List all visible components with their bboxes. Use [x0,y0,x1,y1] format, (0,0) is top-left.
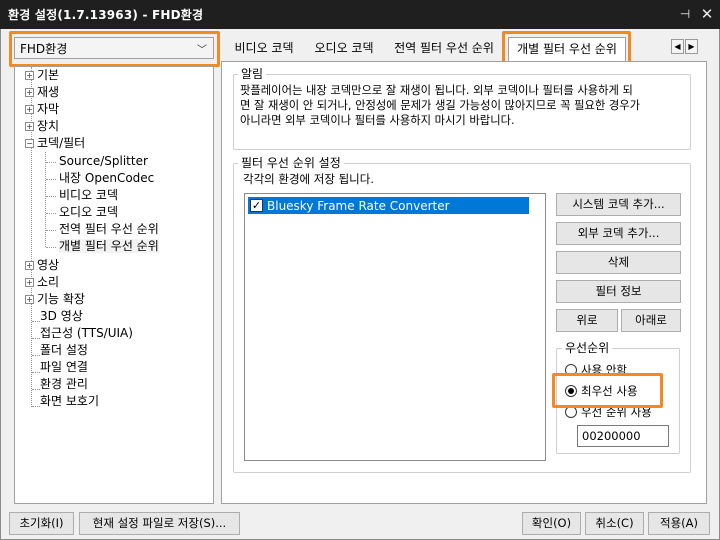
apply-button[interactable]: 적용(A) [648,512,710,535]
tree-item-accessibility[interactable]: 접근성 (TTS/UIA) [40,325,133,342]
priority-value-input[interactable]: 00200000 [577,425,669,447]
pin-icon[interactable]: ⊣ [677,6,693,22]
tree-item-playback[interactable]: + 재생 [25,84,59,101]
ok-button[interactable]: 확인(O) [522,512,581,535]
expand-icon[interactable]: + [25,71,34,80]
filter-list[interactable]: ✓ Bluesky Frame Rate Converter [244,193,546,461]
save-current-file-button[interactable]: 현재 설정 파일로 저장(S)... [79,512,240,535]
settings-tree: + 기본 + 재생 + 자막 + 장치 − 코덱/필터 Source/Splitter 내… [14,66,214,504]
reset-button[interactable]: 초기화(I) [9,512,74,535]
tree-item-file-association[interactable]: 파일 연결 [40,359,88,376]
checkbox[interactable]: ✓ [250,199,263,212]
tree-connector [46,196,56,197]
profile-dropdown-value: FHD환경 [20,41,68,56]
list-item[interactable]: ✓ Bluesky Frame Rate Converter [248,197,529,214]
filter-info-button[interactable]: 필터 정보 [556,280,681,303]
list-item-label: Bluesky Frame Rate Converter [267,198,450,213]
expand-icon[interactable]: + [25,278,34,287]
tree-item-screensaver[interactable]: 화면 보호기 [40,393,99,410]
tab-individual-filter-priority[interactable]: 개별 필터 우선 순위 [508,37,626,62]
tree-item-codec-filter[interactable]: − 코덱/필터 [25,135,85,152]
delete-button[interactable]: 삭제 [556,251,681,274]
expand-icon[interactable]: + [25,88,34,97]
radio-button[interactable] [565,364,577,376]
tab-scroll-right-icon[interactable]: ▶ [685,39,698,54]
collapse-icon[interactable]: − [25,139,34,148]
tree-item-video-codec[interactable]: 비디오 코덱 [59,187,118,204]
tree-connector [32,372,40,373]
tab-global-filter-priority[interactable]: 전역 필터 우선 순위 [386,37,502,59]
tree-connector [46,230,56,231]
notice-line-3: 아니라면 외부 코덱이나 필터를 사용하지 마시기 바랍니다. [240,114,515,127]
tree-item-global-filter-priority[interactable]: 전역 필터 우선 순위 [59,221,159,238]
expand-icon[interactable]: + [25,295,34,304]
notice-title: 알림 [238,67,267,81]
add-external-codec-button[interactable]: 외부 코덱 추가... [556,222,681,245]
radio-button[interactable] [565,406,577,418]
radio-top-priority[interactable]: 최우선 사용 [565,383,638,399]
profile-dropdown[interactable]: FHD환경 ﹀ [14,37,214,59]
tree-item-source-splitter[interactable]: Source/Splitter [59,153,148,170]
radio-use-priority[interactable]: 우선 순위 사용 [565,404,652,420]
window-title: 환경 설정(1.7.13963) - FHD환경 [8,8,204,22]
tree-connector [32,338,40,339]
tab-scroll-left-icon[interactable]: ◀ [671,39,684,54]
tree-item-config-management[interactable]: 환경 관리 [40,376,88,393]
filter-priority-caption: 각각의 환경에 저장 됩니다. [243,172,375,186]
tree-item-builtin-opencodec[interactable]: 내장 OpenCodec [59,170,154,187]
tree-connector [32,355,40,356]
priority-title: 우선순위 [562,341,613,355]
tree-item-individual-filter-priority[interactable]: 개별 필터 우선 순위 [59,238,159,255]
title-bar: 환경 설정(1.7.13963) - FHD환경 ⊣ ✕ [0,0,720,29]
tree-connector [32,321,40,322]
tree-item-sound[interactable]: + 소리 [25,274,59,291]
tree-item-folder-settings[interactable]: 폴더 설정 [40,342,88,359]
radio-button[interactable] [565,385,577,397]
tree-connector [46,162,56,163]
tree-item-video[interactable]: + 영상 [25,257,59,274]
filter-priority-title: 필터 우선 순위 설정 [238,156,344,170]
chevron-down-icon: ﹀ [197,45,207,56]
expand-icon[interactable]: + [25,105,34,114]
cancel-button[interactable]: 취소(C) [585,512,644,535]
move-down-button[interactable]: 아래로 [621,309,681,332]
tab-video-codec[interactable]: 비디오 코덱 [226,37,302,59]
tree-item-extensions[interactable]: + 기능 확장 [25,291,85,308]
expand-icon[interactable]: + [25,261,34,270]
move-up-button[interactable]: 위로 [556,309,618,332]
tree-connector [32,406,40,407]
tree-item-basic[interactable]: + 기본 [25,67,59,84]
tree-item-3d-video[interactable]: 3D 영상 [40,308,83,325]
tree-item-subtitles[interactable]: + 자막 [25,101,59,118]
expand-icon[interactable]: + [25,122,34,131]
tree-connector [46,247,56,248]
close-icon[interactable]: ✕ [699,6,715,22]
tree-connector [46,213,56,214]
tree-connector [46,179,56,180]
tab-audio-codec[interactable]: 오디오 코덱 [306,37,382,59]
tree-connector [45,152,46,247]
tree-connector [32,389,40,390]
tree-item-audio-codec[interactable]: 오디오 코덱 [59,204,118,221]
radio-no-priority[interactable]: 사용 안함 [565,362,627,378]
add-system-codec-button[interactable]: 시스템 코덱 추가... [556,193,681,216]
tree-item-devices[interactable]: + 장치 [25,118,59,135]
